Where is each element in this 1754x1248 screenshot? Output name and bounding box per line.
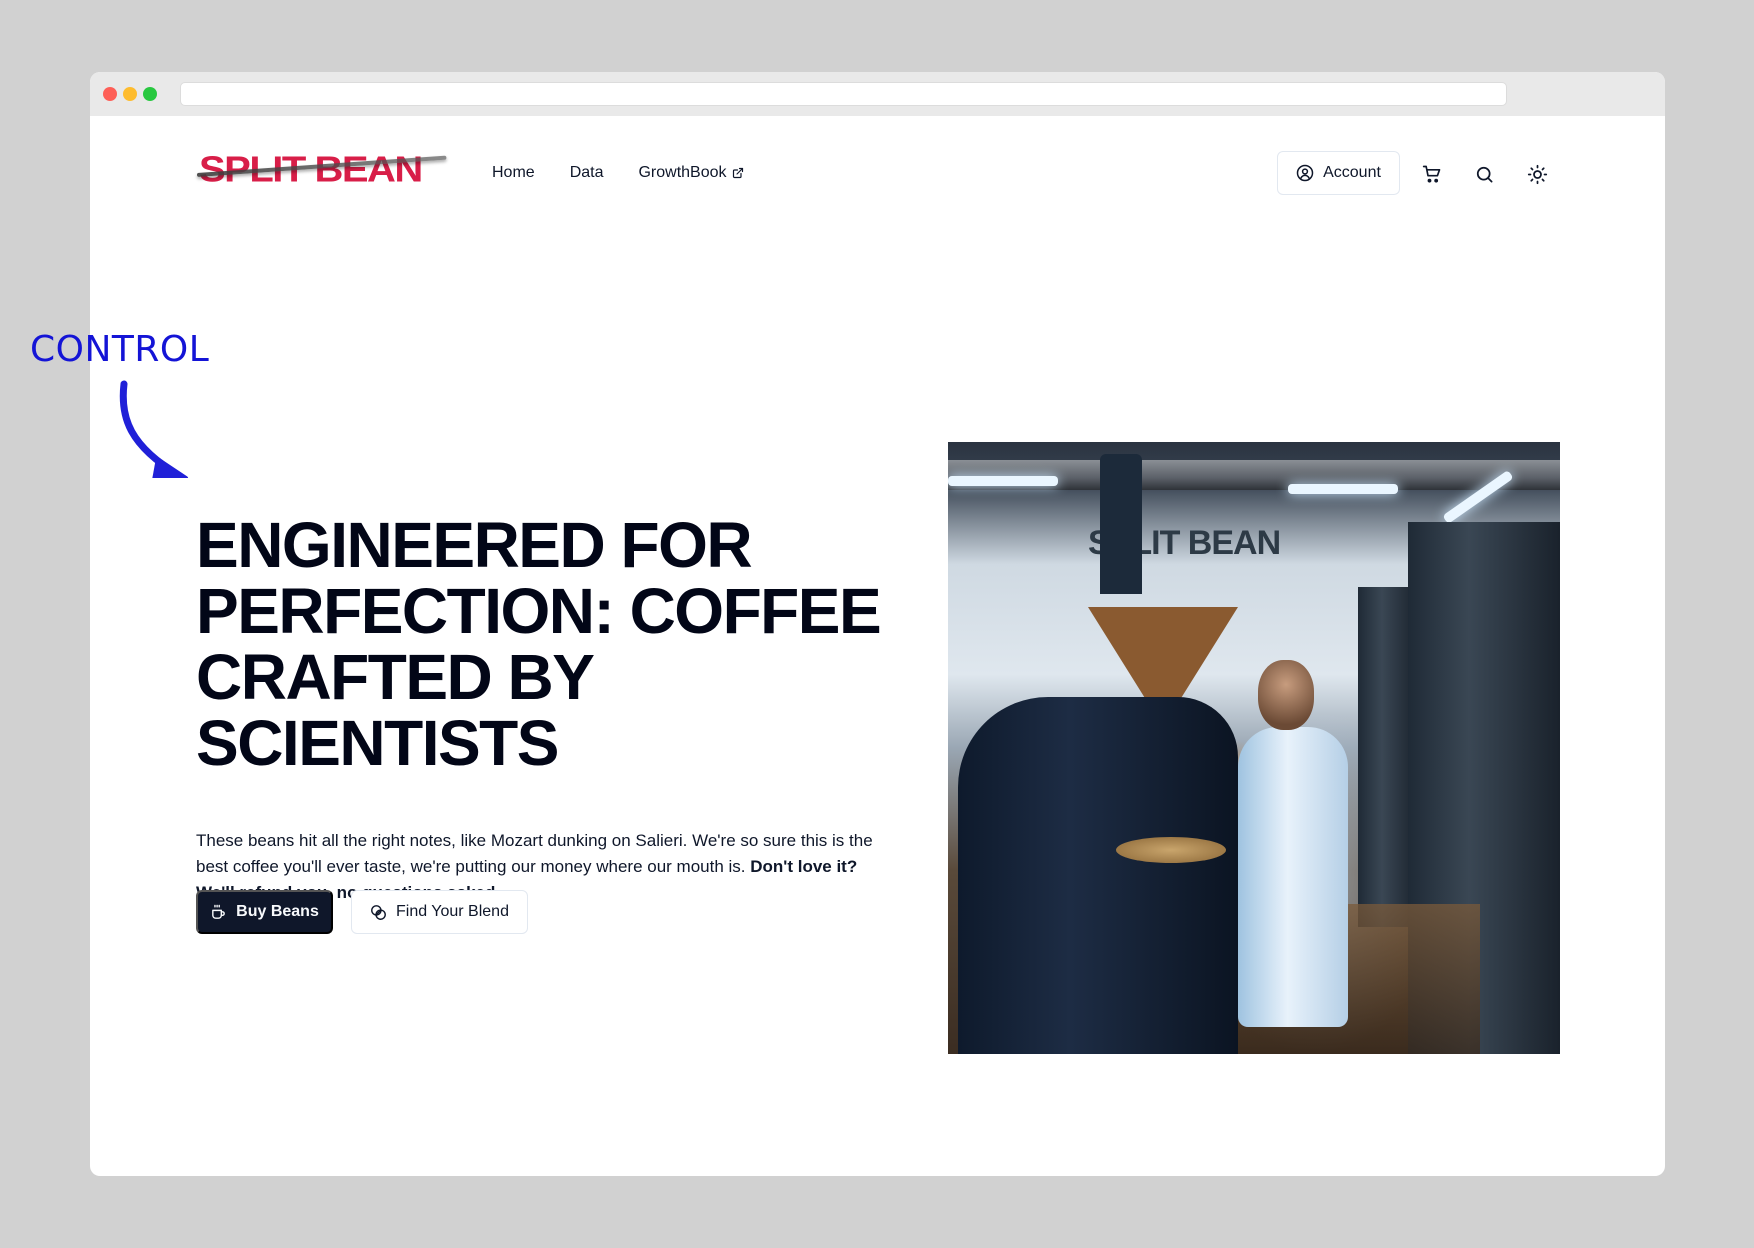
buy-beans-button[interactable]: Buy Beans: [196, 890, 333, 934]
coffee-cup-icon: [212, 904, 225, 919]
search-button[interactable]: [1472, 162, 1496, 186]
logo[interactable]: SPLIT BEAN: [196, 151, 447, 193]
image-roaster-chimney: [1100, 454, 1142, 594]
account-button[interactable]: Account: [1277, 151, 1400, 195]
buy-beans-label: Buy Beans: [236, 903, 319, 920]
maximize-window-button[interactable]: [143, 87, 157, 101]
theme-toggle-button[interactable]: [1525, 162, 1549, 186]
browser-titlebar: [90, 72, 1665, 116]
image-scientist-head: [1258, 660, 1314, 730]
nav-data-label: Data: [569, 164, 604, 181]
image-roaster: [958, 697, 1238, 1054]
image-coffee-beans: [1116, 837, 1226, 863]
account-label: Account: [1323, 164, 1381, 181]
nav-home[interactable]: Home: [492, 162, 535, 184]
cart-button[interactable]: [1420, 162, 1444, 186]
find-your-blend-button[interactable]: Find Your Blend: [351, 890, 528, 934]
minimize-window-button[interactable]: [123, 87, 137, 101]
annotation-label: CONTROL: [30, 329, 210, 370]
image-scientist-coat: [1238, 727, 1348, 1027]
nav-data[interactable]: Data: [570, 162, 604, 184]
address-bar[interactable]: [180, 82, 1507, 106]
nav-home-label: Home: [492, 164, 535, 181]
search-icon: [1476, 166, 1492, 182]
image-ceiling-light: [948, 476, 1058, 486]
find-your-blend-label: Find Your Blend: [396, 903, 509, 920]
blend-circles-icon: [371, 904, 386, 920]
image-ceiling-light: [1288, 484, 1398, 494]
user-circle-icon: [1296, 164, 1314, 182]
cart-icon: [1422, 165, 1441, 183]
hero-image: SPLIT BEAN: [948, 442, 1560, 1054]
close-window-button[interactable]: [103, 87, 117, 101]
nav-growthbook[interactable]: GrowthBook: [638, 162, 743, 184]
nav-growthbook-label: GrowthBook: [638, 164, 727, 181]
hero-headline: ENGINEERED FOR PERFECTION: COFFEE CRAFTE…: [196, 509, 882, 779]
browser-window: SPLIT BEAN Home Data GrowthBook Account: [90, 72, 1665, 1176]
annotation-arrow-icon: [119, 380, 188, 478]
external-link-icon: [732, 167, 743, 179]
main-nav: Home Data GrowthBook: [492, 162, 779, 184]
sun-icon: [1527, 164, 1547, 184]
